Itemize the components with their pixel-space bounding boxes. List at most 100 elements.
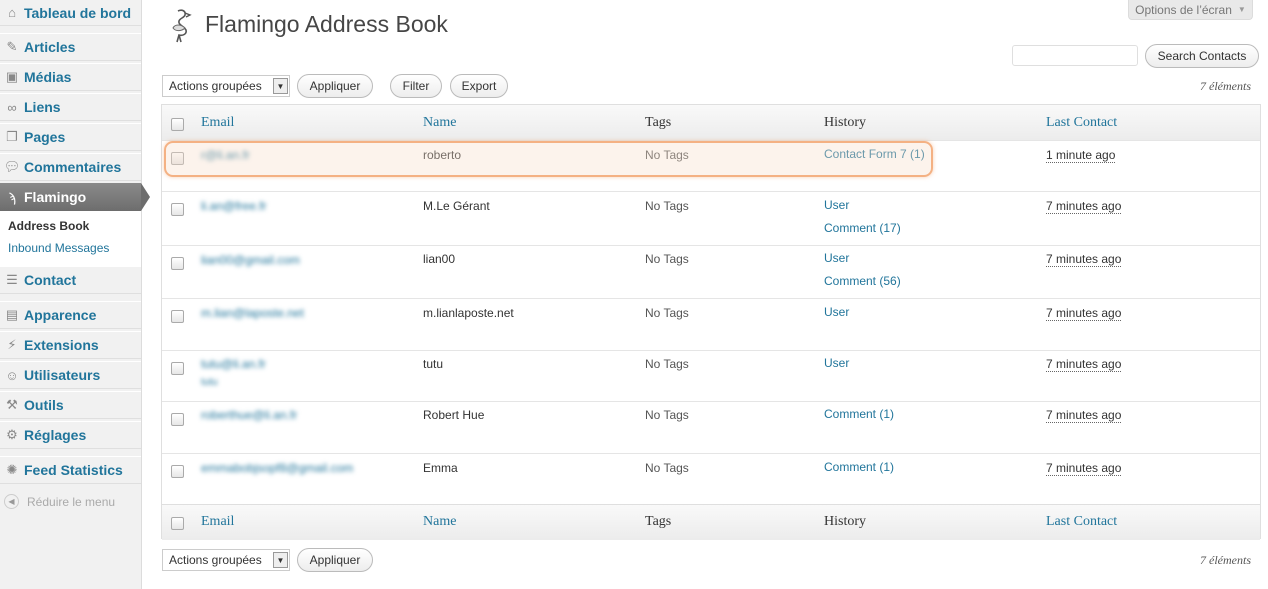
select-all-checkbox[interactable] [171,118,184,131]
contact-tags: No Tags [645,306,689,320]
contact-email[interactable]: lian00@gmail.com [201,253,300,267]
chevron-down-icon: ▼ [1237,5,1246,14]
column-name[interactable]: Name [423,115,456,131]
dropdown-arrow-icon: ▼ [273,78,288,94]
flamingo-submenu: Address Book Inbound Messages [0,211,141,267]
column-name[interactable]: Name [423,514,456,530]
sidebar-item-label: Articles [24,39,76,55]
submenu-inbound-messages[interactable]: Inbound Messages [8,241,109,255]
contact-email[interactable]: tutu@li.an.fr [201,357,266,371]
history-link[interactable]: Comment (56) [824,270,901,293]
contact-name: Emma [423,461,458,475]
column-tags: Tags [645,115,672,130]
screen-options-button[interactable]: Options de l’écran ▼ [1128,0,1253,20]
bulk-actions-select-bottom[interactable]: Actions groupées ▼ [162,549,290,571]
sidebar-item-liens[interactable]: ∞ Liens [0,93,141,121]
gear-icon: ✺ [6,462,18,477]
contact-email[interactable]: roberthue@li.an.fr [201,408,297,422]
last-contact-time: 7 minutes ago [1046,408,1122,423]
column-last-contact[interactable]: Last Contact [1046,115,1117,131]
sidebar-item-contact[interactable]: ☰ Contact [0,266,141,294]
contact-tags: No Tags [645,408,689,422]
contact-name: Robert Hue [423,408,485,422]
column-history: History [824,115,866,130]
collapse-menu-label: Réduire le menu [27,494,116,509]
submenu-address-book[interactable]: Address Book [8,219,89,233]
history-link[interactable]: User [824,352,849,375]
sidebar-item-label: Tableau de bord [24,4,132,21]
table-row: emmabobjsopf8@gmail.com Emma No Tags Com… [162,453,1260,504]
sidebar-item-label: Liens [24,99,61,115]
sidebar-item-articles[interactable]: ✎ Articles [0,33,141,61]
search-input[interactable] [1012,45,1138,66]
dropdown-arrow-icon: ▼ [273,552,288,568]
sidebar-item-flamingo[interactable]: ϡ Flamingo [0,183,150,211]
sidebar-item-label: Contact [24,272,77,288]
sidebar-item-apparence[interactable]: ▤ Apparence [0,301,141,329]
contact-email-sub: tutu [201,377,218,388]
screen-options-label: Options de l’écran [1135,2,1232,17]
row-checkbox[interactable] [171,465,184,478]
row-checkbox[interactable] [171,257,184,270]
search-contacts-button[interactable]: Search Contacts [1145,44,1259,68]
sidebar-item-label: Apparence [24,307,97,323]
sidebar-item-reglages[interactable]: ⚙︎ Réglages [0,421,141,449]
link-icon: ∞ [7,99,17,115]
contact-name: lian00 [423,252,456,266]
sidebar-item-pages[interactable]: ❐ Pages [0,123,141,151]
contact-name: tutu [423,357,444,371]
last-contact-time: 7 minutes ago [1046,252,1122,267]
history-link[interactable]: Comment (1) [824,456,894,479]
apply-button-bottom[interactable]: Appliquer [297,548,373,572]
contact-tags: No Tags [645,461,689,475]
sidebar-item-feed-statistics[interactable]: ✺ Feed Statistics [0,456,141,484]
sidebar-item-outils[interactable]: ⚒︎ Outils [0,391,141,419]
contact-email[interactable]: m.lian@laposte.net [201,306,304,320]
sidebar-item-extensions[interactable]: ⚡︎ Extensions [0,331,141,359]
export-button[interactable]: Export [450,74,508,98]
row-checkbox[interactable] [171,310,184,323]
pages-icon: ❐ [6,129,18,144]
users-icon: ☺ [5,367,19,383]
appearance-icon: ▤ [5,307,19,322]
collapse-menu-button[interactable]: ◀ Réduire le menu [4,494,115,509]
contact-email[interactable]: li.an@free.fr [201,199,267,213]
last-contact-time: 1 minute ago [1046,148,1116,163]
column-last-contact[interactable]: Last Contact [1046,514,1117,530]
sidebar-item-utilisateurs[interactable]: ☺ Utilisateurs [0,361,141,389]
sidebar-item-medias[interactable]: ▣ Médias [0,63,141,91]
bulk-actions-select[interactable]: Actions groupées ▼ [162,75,290,97]
flamingo-logo-icon [172,9,192,43]
apply-button[interactable]: Appliquer [297,74,373,98]
sidebar-item-label: Feed Statistics [24,462,123,478]
page-title: Flamingo Address Book [205,11,448,37]
contact-email[interactable]: emmabobjsopf8@gmail.com [201,461,353,475]
row-checkbox[interactable] [171,413,184,426]
contact-tags: No Tags [645,199,689,213]
sidebar-item-dashboard[interactable]: ⌂ Tableau de bord [0,0,141,26]
collapse-arrow-icon: ◀ [4,494,19,509]
sidebar-item-label: Réglages [24,427,87,443]
last-contact-time: 7 minutes ago [1046,357,1122,372]
table-row: roberthue@li.an.fr Robert Hue No Tags Co… [162,401,1260,453]
admin-sidebar: ⌂ Tableau de bord ✎ Articles ▣ Médias ∞ … [0,0,150,589]
filter-button[interactable]: Filter [390,74,442,98]
column-email[interactable]: Email [201,514,234,530]
table-row: li.an@free.fr M.Le Gérant No Tags User C… [162,191,1260,245]
history-link[interactable]: User [824,247,849,270]
items-count: 7 éléments [1200,79,1251,93]
select-all-checkbox[interactable] [171,517,184,530]
comment-icon: 💬︎ [3,159,21,174]
history-link[interactable]: User [824,194,849,217]
history-link[interactable]: User [824,301,849,324]
contact-tags: No Tags [645,357,689,371]
column-email[interactable]: Email [201,115,234,131]
history-link[interactable]: Comment (17) [824,217,901,240]
table-footer: Email Name Tags History Last Contact [162,504,1260,540]
bulk-actions-value: Actions groupées [169,553,262,567]
sidebar-item-commentaires[interactable]: 💬︎ Commentaires [0,153,141,181]
row-checkbox[interactable] [171,203,184,216]
history-link[interactable]: Comment (1) [824,403,894,426]
table-row: tutu@li.an.fr tutu tutu No Tags User 7 m… [162,350,1260,401]
row-checkbox[interactable] [171,362,184,375]
